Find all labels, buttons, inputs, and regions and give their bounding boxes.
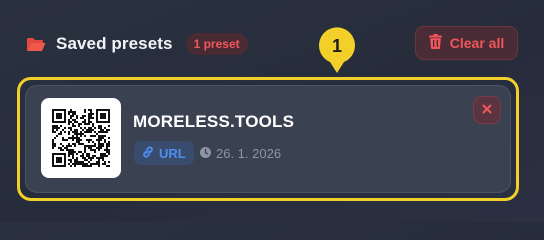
clock-icon [200, 146, 211, 161]
link-icon [142, 145, 154, 161]
preset-name: MORELESS.TOOLS [133, 112, 295, 131]
preset-count-badge: 1 preset [185, 33, 248, 55]
folder-open-icon [26, 37, 46, 52]
preset-date: 26. 1. 2026 [200, 141, 281, 165]
delete-preset-button[interactable] [473, 96, 501, 124]
preset-card[interactable]: MORELESS.TOOLS URL 26. 1. 2026 [25, 85, 511, 193]
preset-type-label: URL [159, 145, 186, 161]
preset-date-text: 26. 1. 2026 [216, 145, 282, 161]
clear-all-label: Clear all [449, 35, 505, 51]
clear-all-button[interactable]: Clear all [415, 26, 518, 60]
trash-icon [428, 34, 442, 52]
presets-header: Saved presets 1 preset [26, 28, 248, 60]
step-number: 1 [331, 35, 342, 56]
close-icon [482, 101, 492, 119]
qr-code-thumbnail [41, 98, 121, 178]
step-callout: 1 [318, 27, 356, 73]
preset-type-badge: URL [134, 141, 194, 165]
panel-title: Saved presets [56, 34, 173, 53]
